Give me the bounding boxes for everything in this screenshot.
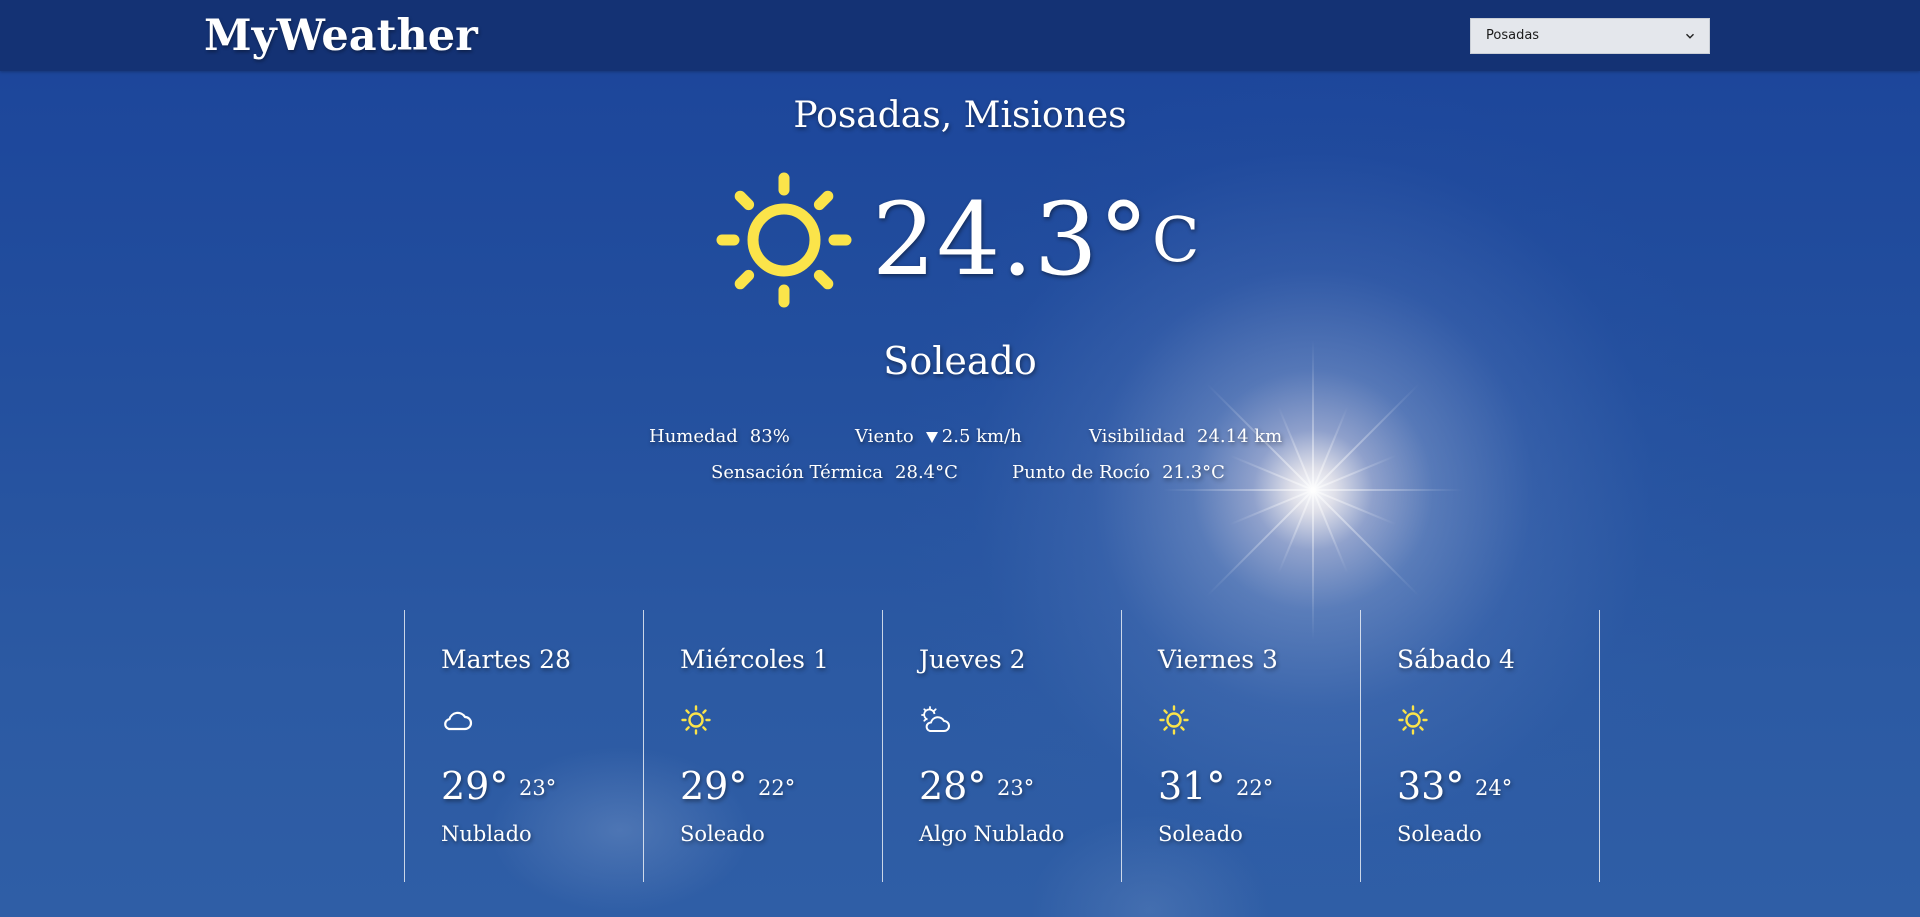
sun-icon: [1398, 705, 1428, 735]
sun-icon: [716, 172, 852, 308]
visibility-label: Visibilidad: [1089, 426, 1186, 447]
chevron-down-icon: [1686, 33, 1694, 39]
cloud-icon: [444, 711, 473, 731]
forecast-low-temp: 23°: [519, 776, 557, 800]
dew-point-value: 21.3°C: [1162, 462, 1225, 483]
feels-like-detail: Sensación Térmica 28.4°C: [711, 461, 958, 485]
city-select-value: Posadas: [1486, 28, 1540, 43]
forecast-high-temp: 28°: [919, 764, 987, 808]
forecast-condition: Soleado: [1158, 822, 1243, 846]
forecast-day-name: Martes 28: [441, 645, 571, 674]
wind-detail: Viento 2.5 km/h: [855, 425, 1022, 449]
visibility-value: 24.14 km: [1197, 426, 1283, 447]
forecast-high-temp: 33°: [1397, 764, 1465, 808]
forecast-high-temp: 31°: [1158, 764, 1226, 808]
temperature-unit: C: [1152, 203, 1200, 276]
forecast-condition: Soleado: [1397, 822, 1482, 846]
forecast-condition: Soleado: [680, 822, 765, 846]
forecast-list: Martes 28 29° 23° Nublado Miércoles 1 29…: [404, 610, 1600, 882]
humidity-detail: Humedad 83%: [649, 425, 790, 449]
partly-cloudy-icon: [921, 706, 950, 732]
forecast-day-card: Viernes 3 31° 22° Soleado: [1121, 610, 1360, 882]
forecast-day-name: Miércoles 1: [680, 645, 829, 674]
top-navigation-bar: MyWeather Posadas: [0, 0, 1920, 71]
forecast-low-temp: 24°: [1475, 776, 1513, 800]
current-location-title: Posadas, Misiones: [793, 95, 1127, 136]
feels-like-label: Sensación Térmica: [711, 462, 884, 483]
forecast-low-temp: 22°: [758, 776, 796, 800]
current-condition: Soleado: [883, 339, 1037, 383]
dew-point-label: Punto de Rocío: [1012, 462, 1151, 483]
wind-direction-arrow-icon: [925, 432, 938, 443]
forecast-day-name: Jueves 2: [919, 645, 1026, 674]
current-temperature: 24.3°: [872, 181, 1150, 298]
forecast-high-temp: 29°: [680, 764, 748, 808]
wind-label: Viento: [855, 426, 914, 447]
app-logo[interactable]: MyWeather: [204, 8, 478, 64]
forecast-day-name: Viernes 3: [1158, 645, 1278, 674]
wind-value: 2.5 km/h: [941, 426, 1022, 447]
visibility-detail: Visibilidad 24.14 km: [1089, 425, 1282, 449]
city-select-dropdown[interactable]: Posadas: [1470, 18, 1710, 54]
sun-icon: [681, 705, 711, 735]
forecast-condition: Nublado: [441, 822, 532, 846]
forecast-day-card: Sábado 4 33° 24° Soleado: [1360, 610, 1600, 882]
feels-like-value: 28.4°C: [895, 462, 958, 483]
dew-point-detail: Punto de Rocío 21.3°C: [1012, 461, 1225, 485]
forecast-low-temp: 23°: [997, 776, 1035, 800]
forecast-high-temp: 29°: [441, 764, 509, 808]
forecast-day-card: Martes 28 29° 23° Nublado: [404, 610, 643, 882]
sun-icon: [1159, 705, 1189, 735]
forecast-condition: Algo Nublado: [919, 822, 1065, 846]
humidity-label: Humedad: [649, 426, 738, 447]
forecast-low-temp: 22°: [1236, 776, 1274, 800]
humidity-value: 83%: [749, 426, 790, 447]
forecast-day-card: Jueves 2 28° 23° Algo Nublado: [882, 610, 1121, 882]
forecast-day-card: Miércoles 1 29° 22° Soleado: [643, 610, 882, 882]
forecast-day-name: Sábado 4: [1397, 645, 1515, 674]
